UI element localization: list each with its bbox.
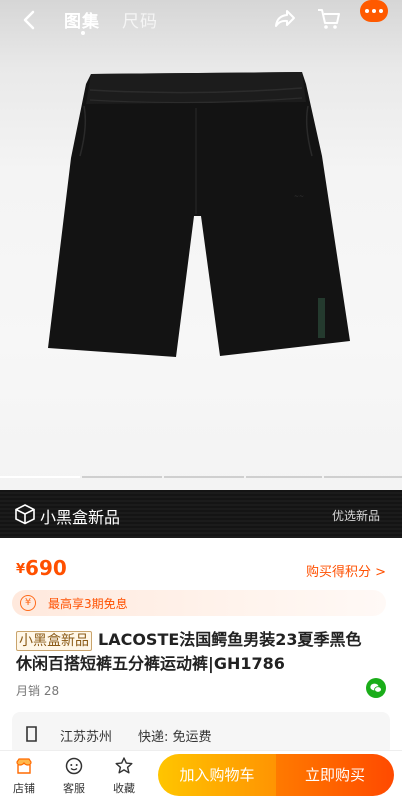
installment-text: 最高享3期免息	[48, 597, 128, 611]
back-icon[interactable]	[16, 6, 44, 34]
gallery-indicator	[246, 476, 322, 478]
gallery-indicator	[0, 476, 80, 478]
top-navigation: 图集 尺码	[0, 0, 402, 40]
favorite-label: 收藏	[113, 782, 135, 795]
price: ¥690	[16, 556, 67, 580]
product-gallery[interactable]: ~~ 图集 尺码	[0, 0, 402, 490]
service-button[interactable]: 客服	[54, 751, 94, 800]
wechat-icon[interactable]	[366, 678, 386, 698]
star-icon	[115, 757, 133, 774]
add-to-cart-button[interactable]: 加入购物车	[158, 754, 276, 796]
store-icon	[16, 758, 32, 774]
brand-banner[interactable]: 小黑盒新品 优选新品	[0, 490, 402, 538]
yen-icon: ¥	[20, 595, 36, 611]
installment-banner[interactable]: ¥ 最高享3期免息	[12, 590, 386, 616]
share-icon[interactable]	[272, 6, 298, 32]
cart-icon[interactable]	[316, 6, 342, 32]
svg-text:~~: ~~	[294, 193, 304, 200]
product-title: 小黑盒新品 LACOSTE法国鳄鱼男装23夏季黑色休闲百搭短裤五分裤运动裤|GH1…	[16, 628, 376, 676]
gallery-indicator	[164, 476, 244, 478]
shipping-fee: 快递: 免运费	[138, 730, 212, 745]
box-logo-icon	[15, 504, 35, 525]
shipping-origin: 江苏苏州	[60, 730, 113, 745]
favorite-button[interactable]: 收藏	[104, 751, 144, 800]
service-icon	[65, 757, 83, 775]
points-link[interactable]: 购买得积分 >	[306, 561, 386, 580]
tab-gallery[interactable]: 图集	[64, 7, 100, 32]
product-info: ¥690 购买得积分 > ¥ 最高享3期免息 小黑盒新品 LACOSTE法国鳄鱼男…	[0, 538, 402, 756]
gallery-indicator	[324, 476, 402, 478]
price-value: 690	[25, 556, 67, 580]
gallery-indicator	[82, 476, 162, 478]
active-tab-indicator	[81, 31, 85, 35]
banner-link[interactable]: 优选新品	[332, 507, 380, 524]
tab-size[interactable]: 尺码	[122, 7, 158, 32]
banner-title: 小黑盒新品	[40, 508, 121, 527]
buy-now-button[interactable]: 立即购买	[276, 754, 394, 796]
product-image: ~~	[48, 72, 350, 357]
brand-badge: 小黑盒新品	[16, 631, 92, 651]
location-icon	[26, 726, 37, 742]
price-currency: ¥	[16, 562, 26, 577]
store-button[interactable]: 店铺	[4, 751, 44, 800]
bottom-action-bar: 店铺 客服 收藏 加入购物车 立即购买	[0, 750, 402, 800]
service-label: 客服	[63, 782, 85, 795]
store-label: 店铺	[13, 782, 35, 795]
monthly-sales: 月销 28	[16, 684, 60, 698]
more-icon[interactable]	[360, 0, 388, 22]
